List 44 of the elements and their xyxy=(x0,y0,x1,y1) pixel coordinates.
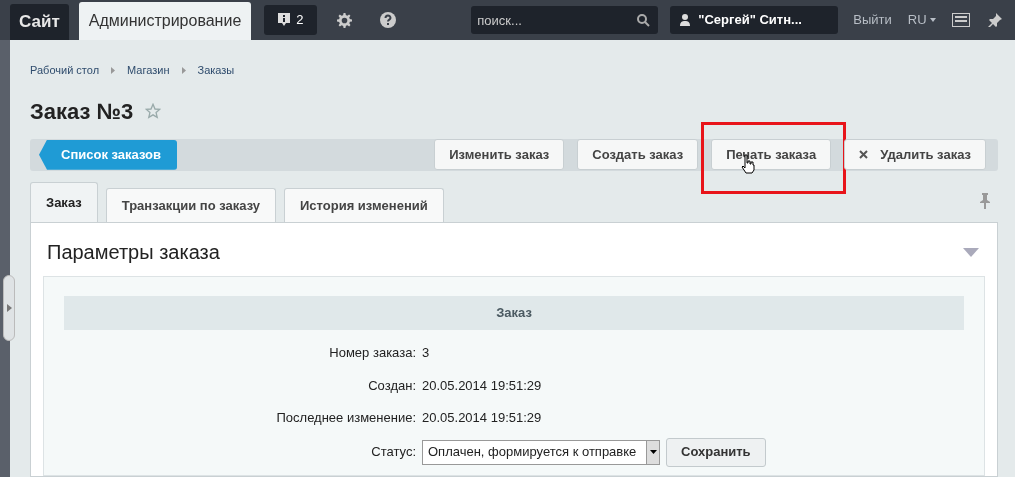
breadcrumb-link[interactable]: Рабочий стол xyxy=(30,62,100,79)
field-label: Номер заказа: xyxy=(328,344,416,362)
pin-icon[interactable] xyxy=(987,13,1002,27)
toolbar-button[interactable]: Удалить заказ xyxy=(844,139,986,171)
breadcrumb-link[interactable]: Магазин xyxy=(127,62,170,79)
field-label: Создан: xyxy=(367,376,416,395)
caret-icon xyxy=(929,18,936,22)
tab[interactable]: Заказ xyxy=(30,182,98,222)
status-select[interactable]: Оплачен, формируется к отправке xyxy=(422,439,660,465)
section-title: Параметры заказа xyxy=(47,240,220,265)
help-icon[interactable] xyxy=(380,12,397,28)
notification-icon xyxy=(278,13,291,27)
field-value: 20.05.2014 19:51:29 xyxy=(422,376,542,395)
notifications-button[interactable]: 2 xyxy=(264,5,318,35)
toolbar-button[interactable]: Печать заказа xyxy=(711,139,832,171)
chevron-icon xyxy=(111,66,116,74)
close-icon xyxy=(859,150,869,160)
field-label: Статус: xyxy=(370,443,416,462)
settings-icon[interactable] xyxy=(337,12,353,28)
field-label: Последнее изменение: xyxy=(275,409,416,427)
language-button[interactable]: RU xyxy=(907,10,936,30)
top-tab[interactable]: Сайт xyxy=(10,4,69,40)
breadcrumb-link[interactable]: Заказы xyxy=(197,62,235,79)
toolbar-button[interactable]: Изменить заказ xyxy=(434,139,565,171)
chevron-icon xyxy=(181,66,186,74)
save-button[interactable]: Сохранить xyxy=(666,437,766,467)
page-title: Заказ №3 xyxy=(30,97,134,126)
top-tab[interactable]: Администрирование xyxy=(78,2,252,40)
user-icon xyxy=(680,14,691,26)
dropdown-icon xyxy=(649,450,657,454)
toolbar-button[interactable]: Создать заказ xyxy=(577,139,699,171)
field-value: 20.05.2014 19:51:29 xyxy=(422,409,542,427)
keyboard-icon[interactable] xyxy=(951,13,970,27)
tab[interactable]: История изменений xyxy=(284,188,444,222)
star-icon[interactable] xyxy=(145,103,162,119)
search-icon[interactable] xyxy=(637,14,651,27)
user-button[interactable]: "Сергей" Ситн... xyxy=(670,6,839,34)
expand-icon xyxy=(6,304,12,312)
sidebar-toggle[interactable] xyxy=(3,275,15,341)
field-value: 3 xyxy=(422,344,430,362)
logout-link[interactable]: Выйти xyxy=(853,10,892,30)
group-header: Заказ xyxy=(64,296,964,330)
tab[interactable]: Транзакции по заказу xyxy=(105,188,276,222)
search-field[interactable]: поиск... xyxy=(471,6,659,34)
